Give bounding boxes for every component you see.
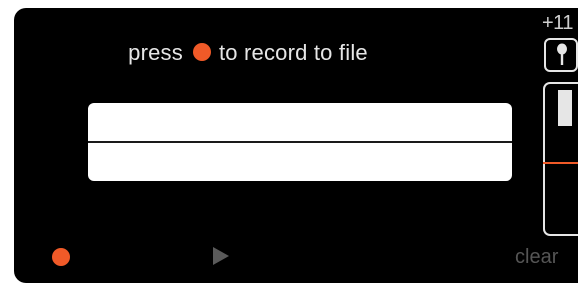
- level-meter-fill: [558, 126, 572, 234]
- prompt-text-after: to record to file: [218, 40, 368, 65]
- microphone-icon: [557, 43, 567, 65]
- clear-button[interactable]: clear: [515, 246, 558, 269]
- waveform-baseline: [88, 141, 512, 143]
- record-dot-icon: [192, 43, 211, 61]
- prompt-text-before: press: [128, 40, 183, 65]
- waveform-display: [88, 103, 512, 181]
- play-button[interactable]: [213, 247, 229, 265]
- microphone-button[interactable]: [544, 38, 578, 72]
- record-button[interactable]: [52, 248, 70, 266]
- record-prompt: press to record to file: [0, 40, 496, 66]
- level-threshold-line[interactable]: [543, 162, 578, 164]
- input-gain-label: +11: [542, 12, 573, 34]
